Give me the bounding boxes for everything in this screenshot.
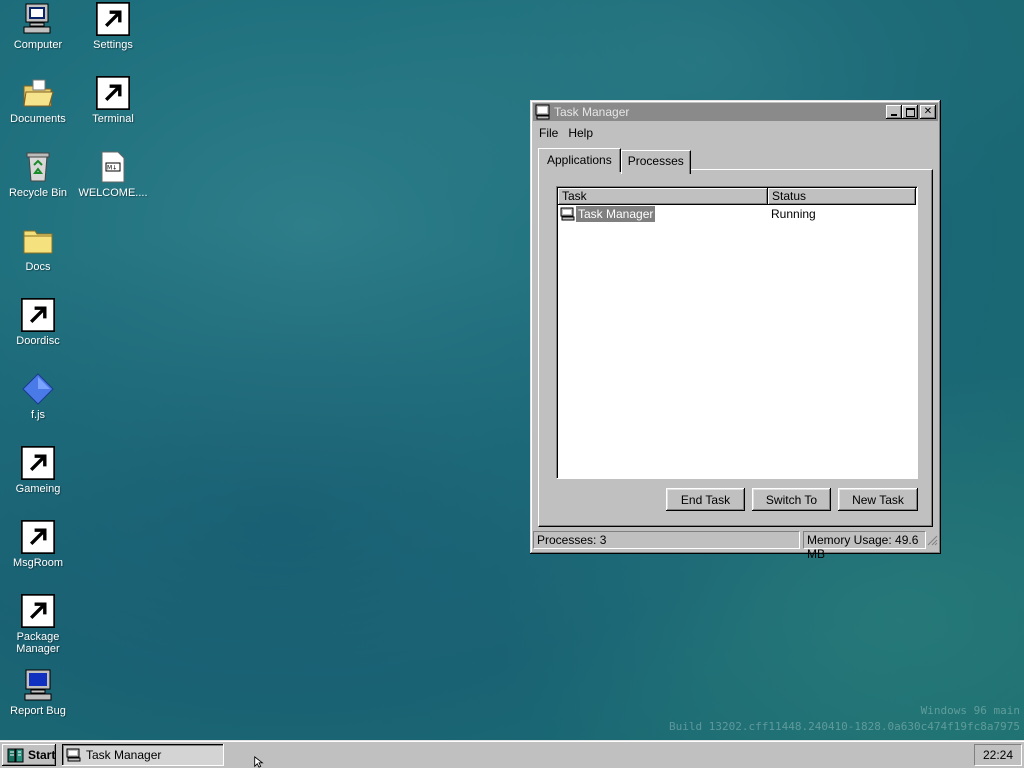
desktop-icon-label: MsgRoom	[12, 557, 64, 569]
desktop-icon-label: Doordisc	[16, 335, 60, 347]
mouse-cursor-icon	[253, 755, 265, 768]
desktop-icon-settings[interactable]: Settings	[75, 2, 151, 51]
task-status: Running	[771, 206, 816, 221]
desktop-icon-label: f.js	[30, 409, 46, 421]
desktop-icon-label: Docs	[25, 261, 51, 273]
window-title: Task Manager	[554, 105, 630, 119]
start-label: Start	[28, 748, 56, 762]
svg-text:M↓: M↓	[107, 165, 117, 172]
computer-icon	[21, 2, 55, 36]
window-titlebar[interactable]: Task Manager ✕	[533, 103, 938, 121]
game-cube-icon	[21, 446, 55, 480]
menu-help[interactable]: Help	[563, 124, 598, 142]
desktop-icon-welcome[interactable]: M↓ WELCOME....	[75, 150, 151, 199]
resize-grip-icon[interactable]	[926, 534, 938, 548]
build-watermark-line2: Build 13202.cff11448.240410-1828.0a630c4…	[669, 720, 1020, 733]
markdown-file-icon: M↓	[96, 150, 130, 184]
task-manager-window: Task Manager ✕ File Help Task Status Tas…	[530, 100, 941, 561]
desktop-icon-computer[interactable]: Computer	[0, 2, 76, 51]
applications-tab-panel: Task Status Task Manager Running End Tas…	[538, 169, 933, 527]
status-memory: Memory Usage: 49.6 MB	[803, 531, 926, 561]
new-task-button[interactable]: New Task	[838, 488, 918, 511]
minimize-icon	[891, 114, 897, 116]
msgroom-icon	[21, 520, 55, 554]
js-file-icon	[21, 372, 55, 406]
minimize-button[interactable]	[886, 105, 902, 119]
taskbar-item-label: Task Manager	[86, 748, 162, 762]
desktop-icon-report-bug[interactable]: Report Bug	[0, 668, 76, 717]
task-list[interactable]: Task Status Task Manager Running	[556, 186, 918, 479]
desktop-icon-documents[interactable]: Documents	[0, 76, 76, 125]
close-button[interactable]: ✕	[920, 105, 936, 119]
end-task-button[interactable]: End Task	[666, 488, 745, 511]
task-cell: Task Manager	[560, 205, 771, 222]
folder-icon	[21, 224, 55, 258]
column-header-task[interactable]: Task	[558, 188, 768, 205]
desktop-icon-gameing[interactable]: Gameing	[0, 446, 76, 495]
terminal-icon: /#	[96, 76, 130, 110]
desktop-icon-label: Report Bug	[10, 705, 66, 717]
task-name: Task Manager	[576, 205, 656, 222]
desktop-icon-docs[interactable]: Docs	[0, 224, 76, 273]
folder-open-icon	[21, 76, 55, 110]
desktop-icon-label: Computer	[13, 39, 63, 51]
start-icon	[6, 746, 26, 764]
task-manager-icon	[560, 207, 576, 221]
settings-icon	[96, 2, 130, 36]
package-manager-icon	[21, 594, 55, 628]
status-bar: Processes: 3 Memory Usage: 49.6 MB	[533, 531, 938, 561]
desktop-icon-label: Settings	[93, 39, 133, 51]
discord-icon	[21, 298, 55, 332]
tab-applications[interactable]: Applications	[538, 148, 621, 172]
tab-processes[interactable]: Processes	[620, 150, 691, 174]
desktop-icon-msgroom[interactable]: MsgRoom	[0, 520, 76, 569]
desktop-icon-label: Package Manager	[16, 631, 60, 655]
desktop-icon-fjs[interactable]: f.js	[0, 372, 76, 421]
status-processes: Processes: 3	[533, 531, 800, 549]
close-icon: ✕	[923, 106, 933, 117]
desktop-icon-label: Documents	[10, 113, 66, 125]
desktop-icon-doordisc[interactable]: Doordisc	[0, 298, 76, 347]
task-list-header: Task Status	[558, 188, 916, 205]
taskbar: Start Task Manager 22:24	[0, 740, 1024, 768]
taskbar-item-task-manager[interactable]: Task Manager	[62, 744, 224, 766]
desktop-icon-label: WELCOME....	[78, 187, 148, 199]
desktop-icon-label: Gameing	[15, 483, 61, 495]
desktop-icon-terminal[interactable]: /# Terminal	[75, 76, 151, 125]
desktop-icon-recycle-bin[interactable]: Recycle Bin	[0, 150, 76, 199]
desktop-icon-package-manager[interactable]: Package Manager	[0, 594, 76, 655]
desktop-icon-label: Terminal	[92, 113, 134, 125]
table-row[interactable]: Task Manager Running	[560, 205, 917, 222]
menubar: File Help	[534, 124, 598, 142]
tab-strip: Applications Processes	[538, 148, 691, 174]
build-watermark-line1: Windows 96 main	[920, 704, 1020, 717]
maximize-button[interactable]	[902, 105, 918, 119]
report-bug-icon	[21, 668, 55, 702]
recycle-bin-icon	[21, 150, 55, 184]
menu-file[interactable]: File	[534, 124, 563, 142]
column-header-status[interactable]: Status	[768, 188, 916, 205]
switch-to-button[interactable]: Switch To	[752, 488, 831, 511]
start-button[interactable]: Start	[2, 744, 56, 766]
maximize-icon	[905, 107, 915, 117]
task-manager-icon	[66, 748, 82, 762]
system-tray-clock[interactable]: 22:24	[974, 744, 1022, 766]
task-manager-icon	[535, 104, 551, 120]
desktop-icon-label: Recycle Bin	[8, 187, 68, 199]
